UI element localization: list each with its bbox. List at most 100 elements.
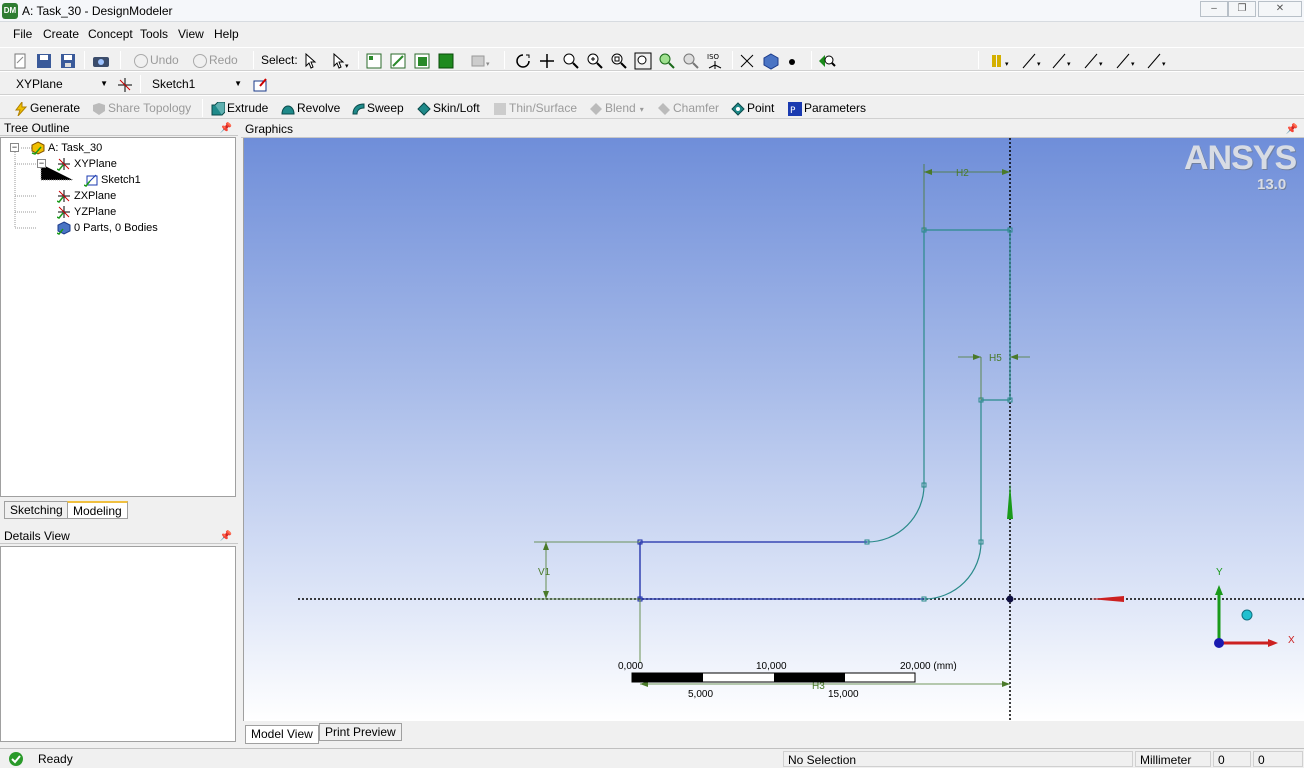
line-style-2-icon[interactable]: ▾	[1051, 52, 1077, 70]
plane-dropdown[interactable]: XYPlane ▼	[10, 75, 110, 93]
tree-item-xyplane[interactable]: XYPlane	[57, 156, 117, 172]
graphics-options-icon[interactable]: ▾	[990, 52, 1016, 70]
tree-item-model[interactable]: A: Task_30	[31, 140, 102, 156]
save-icon[interactable]	[36, 53, 52, 69]
select-mode-icon[interactable]: ▾	[330, 52, 350, 70]
ansys-logo: ANSYS	[1184, 139, 1297, 177]
revolve-button[interactable]: Revolve	[281, 99, 340, 117]
line-style-1-icon[interactable]: ▾	[1021, 52, 1047, 70]
redo-button[interactable]: Redo	[193, 51, 238, 69]
toolbar-plane-sketch: XYPlane ▼ Sketch1 ▼	[0, 71, 1304, 95]
tab-model-view[interactable]: Model View	[245, 725, 319, 744]
menu-tools[interactable]: Tools	[140, 27, 168, 41]
menu-create[interactable]: Create	[43, 27, 79, 41]
sketch-dropdown[interactable]: Sketch1 ▼	[146, 75, 244, 93]
plane-icon	[57, 206, 70, 220]
close-button[interactable]: ✕	[1258, 1, 1302, 17]
zoom-box-icon[interactable]	[586, 52, 604, 70]
extrude-icon	[211, 101, 225, 116]
dimension-v1[interactable]: V1	[538, 567, 551, 578]
display-model-icon[interactable]	[762, 52, 780, 70]
scale-bar	[631, 672, 916, 683]
find-icon[interactable]	[817, 52, 837, 70]
zoom-icon[interactable]	[562, 52, 580, 70]
menu-file[interactable]: File	[13, 27, 32, 41]
look-at-icon[interactable]	[738, 52, 756, 70]
chevron-down-icon: ▼	[234, 79, 242, 88]
blend-button[interactable]: Blend ▾	[589, 99, 644, 117]
zoom-previous-icon[interactable]	[682, 52, 700, 70]
point-button[interactable]: Point	[731, 99, 774, 117]
parameters-button[interactable]: P Parameters	[788, 99, 866, 117]
select-points-icon[interactable]	[365, 52, 383, 70]
graphics-viewport[interactable]: H2 H5 V1 H3 0,000 10,000 20,000 (mm) 5,0…	[243, 138, 1304, 721]
dimension-h5[interactable]: H5	[989, 353, 1002, 364]
maximize-button[interactable]: ❐	[1228, 1, 1256, 17]
triad-y-label: Y	[1216, 567, 1223, 578]
status-bar: Ready No Selection Millimeter 0 0	[0, 748, 1304, 768]
pan-icon[interactable]	[538, 52, 556, 70]
extrude-button[interactable]: Extrude	[211, 99, 268, 117]
rotate-icon[interactable]	[514, 52, 532, 70]
dimension-h3[interactable]: H3	[812, 681, 825, 692]
sweep-button[interactable]: Sweep	[351, 99, 404, 117]
axis-triad[interactable]	[1214, 585, 1278, 648]
tab-sketching[interactable]: Sketching	[4, 501, 69, 519]
tab-modeling[interactable]: Modeling	[67, 501, 128, 519]
status-message: Ready	[38, 752, 73, 766]
chamfer-button[interactable]: Chamfer	[657, 99, 719, 117]
collapse-toggle[interactable]: −	[37, 159, 46, 168]
new-sketch-icon[interactable]	[252, 76, 270, 94]
line-style-4-icon[interactable]: ▾	[1115, 52, 1141, 70]
select-faces-icon[interactable]	[413, 52, 431, 70]
tree-item-sketch1[interactable]: Sketch1	[84, 172, 141, 188]
menu-view[interactable]: View	[178, 27, 204, 41]
new-plane-icon[interactable]	[116, 76, 134, 94]
details-view	[0, 546, 236, 742]
plane-icon	[57, 190, 70, 204]
sketch-canvas[interactable]: H2 H5 V1 H3 0,000 10,000 20,000 (mm) 5,0…	[244, 138, 1304, 721]
tab-print-preview[interactable]: Print Preview	[319, 723, 402, 741]
window-title: A: Task_30 - DesignModeler	[22, 4, 173, 18]
zoom-fit-icon[interactable]	[610, 52, 628, 70]
select-bodies-icon[interactable]	[437, 52, 455, 70]
line-style-3-icon[interactable]: ▾	[1083, 52, 1109, 70]
bodies-icon	[57, 221, 71, 236]
magnifier-icon[interactable]	[658, 52, 676, 70]
dimension-lines	[534, 164, 1030, 685]
pin-icon[interactable]: 📌	[220, 529, 232, 545]
select-cursor-icon[interactable]	[302, 52, 322, 70]
skin-loft-button[interactable]: Skin/Loft	[417, 99, 480, 117]
selected-sketch-lines[interactable]	[639, 541, 924, 600]
pin-icon[interactable]: 📌	[1286, 121, 1298, 139]
thin-surface-button[interactable]: Thin/Surface	[493, 99, 577, 117]
generate-button[interactable]: Generate	[14, 99, 80, 117]
origin-point[interactable]	[1006, 595, 1014, 603]
menu-help[interactable]: Help	[214, 27, 239, 41]
share-topology-icon	[93, 102, 105, 115]
svg-text:▾: ▾	[1037, 61, 1041, 68]
units-status: Millimeter	[1135, 751, 1211, 767]
selection-filter-icon[interactable]: ▾	[469, 52, 493, 70]
tree-item-yzplane[interactable]: YZPlane	[57, 204, 116, 220]
tree-item-bodies[interactable]: 0 Parts, 0 Bodies	[57, 220, 158, 236]
minimize-button[interactable]: –	[1200, 1, 1228, 17]
box-zoom-icon[interactable]	[634, 52, 652, 70]
undo-button[interactable]: Undo	[134, 51, 179, 69]
sketch-profile[interactable]	[866, 229, 1011, 600]
scale-label-0: 0,000	[618, 661, 643, 672]
save-as-icon[interactable]	[60, 53, 76, 69]
dimension-h2[interactable]: H2	[956, 168, 969, 179]
line-style-5-icon[interactable]: ▾	[1146, 52, 1172, 70]
select-edges-icon[interactable]	[389, 52, 407, 70]
collapse-toggle[interactable]: −	[10, 143, 19, 152]
new-icon[interactable]	[12, 53, 28, 69]
iso-view-icon[interactable]: ISO	[705, 51, 725, 71]
blend-icon	[590, 102, 602, 115]
share-topology-button[interactable]: Share Topology	[92, 99, 191, 117]
display-points-icon[interactable]	[786, 52, 804, 70]
menu-concept[interactable]: Concept	[88, 27, 133, 41]
pin-icon[interactable]: 📌	[220, 121, 232, 137]
tree-item-zxplane[interactable]: ZXPlane	[57, 188, 116, 204]
screenshot-icon[interactable]	[92, 53, 110, 69]
